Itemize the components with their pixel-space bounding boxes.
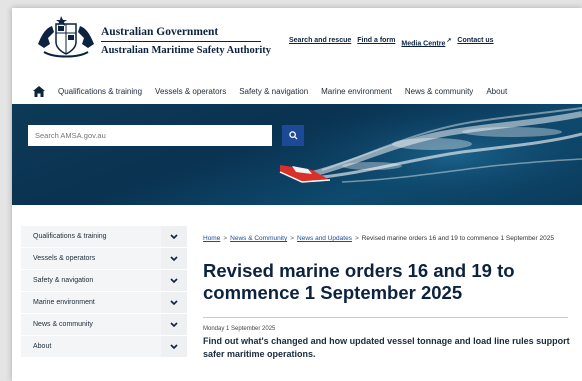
nav-item-news[interactable]: News & community bbox=[405, 87, 473, 96]
article-lead: Find out what's changed and how updated … bbox=[203, 336, 570, 359]
sidebar-item-label: Qualifications & training bbox=[33, 233, 107, 240]
nav-item-qualifications[interactable]: Qualifications & training bbox=[58, 87, 142, 96]
page: Australian Government Australian Maritim… bbox=[12, 8, 582, 381]
search-icon bbox=[288, 131, 298, 140]
sidebar-item-environment[interactable]: Marine environment bbox=[21, 292, 187, 314]
sidebar-item-about[interactable]: About bbox=[21, 336, 187, 358]
chevron-down-icon[interactable] bbox=[161, 226, 187, 247]
chevron-down-icon[interactable] bbox=[161, 248, 187, 269]
page-title: Revised marine orders 16 and 19 to comme… bbox=[203, 260, 515, 303]
sidebar-item-safety[interactable]: Safety & navigation bbox=[21, 270, 187, 292]
sidebar-item-label: Vessels & operators bbox=[33, 255, 96, 262]
header-divider bbox=[101, 41, 261, 42]
breadcrumb-home-link[interactable]: Home bbox=[203, 235, 220, 242]
breadcrumb-current: Revised marine orders 16 and 19 to comme… bbox=[361, 235, 554, 242]
contact-us-link[interactable]: Contact us bbox=[457, 37, 493, 47]
media-centre-wrapper: Media Centre↗ bbox=[401, 37, 451, 47]
main-navigation: Qualifications & training Vessels & oper… bbox=[12, 81, 582, 103]
sidebar-item-qualifications[interactable]: Qualifications & training bbox=[21, 226, 187, 248]
breadcrumb: Home > News & Community > News and Updates > R… bbox=[203, 234, 575, 243]
breadcrumb-news-updates-link[interactable]: News and Updates bbox=[297, 235, 352, 242]
title-divider bbox=[203, 317, 568, 318]
government-title: Australian Government bbox=[101, 26, 219, 38]
breadcrumb-separator: > bbox=[290, 235, 295, 242]
sidebar-item-label: Safety & navigation bbox=[33, 277, 94, 284]
sidebar-item-vessels[interactable]: Vessels & operators bbox=[21, 248, 187, 270]
nav-item-vessels[interactable]: Vessels & operators bbox=[155, 87, 226, 96]
nav-item-environment[interactable]: Marine environment bbox=[321, 87, 392, 96]
search-and-rescue-link[interactable]: Search and rescue bbox=[289, 37, 351, 47]
nav-item-safety[interactable]: Safety & navigation bbox=[239, 87, 308, 96]
chevron-down-icon[interactable] bbox=[161, 314, 187, 335]
coat-of-arms-logo[interactable] bbox=[34, 14, 98, 60]
chevron-down-icon[interactable] bbox=[161, 292, 187, 313]
breadcrumb-news-community-link[interactable]: News & Community bbox=[230, 235, 287, 242]
article-content: Home > News & Community > News and Updates > R… bbox=[203, 234, 575, 361]
search-button[interactable] bbox=[282, 125, 304, 146]
media-centre-link[interactable]: Media Centre bbox=[401, 40, 445, 47]
find-a-form-link[interactable]: Find a form bbox=[357, 37, 395, 47]
section-sidebar: Qualifications & training Vessels & oper… bbox=[21, 226, 187, 358]
site-header: Australian Government Australian Maritim… bbox=[12, 8, 582, 76]
chevron-down-icon[interactable] bbox=[161, 336, 187, 357]
utility-links: Search and rescue Find a form Media Cent… bbox=[289, 37, 494, 47]
chevron-down-icon[interactable] bbox=[161, 270, 187, 291]
external-link-icon: ↗ bbox=[446, 38, 452, 44]
hero-banner bbox=[12, 104, 582, 205]
agency-name: Australian Maritime Safety Authority bbox=[101, 45, 272, 56]
search-input[interactable] bbox=[28, 125, 272, 146]
sidebar-item-label: Marine environment bbox=[33, 299, 95, 306]
publish-date: Monday 1 September 2025 bbox=[203, 326, 276, 332]
nav-item-about[interactable]: About bbox=[486, 87, 507, 96]
sidebar-item-label: About bbox=[33, 343, 52, 350]
home-icon[interactable] bbox=[33, 86, 45, 97]
sidebar-item-news[interactable]: News & community bbox=[21, 314, 187, 336]
breadcrumb-separator: > bbox=[223, 235, 228, 242]
sidebar-item-label: News & community bbox=[33, 321, 93, 328]
breadcrumb-separator: > bbox=[354, 235, 359, 242]
ocean-boat-image bbox=[262, 104, 582, 205]
